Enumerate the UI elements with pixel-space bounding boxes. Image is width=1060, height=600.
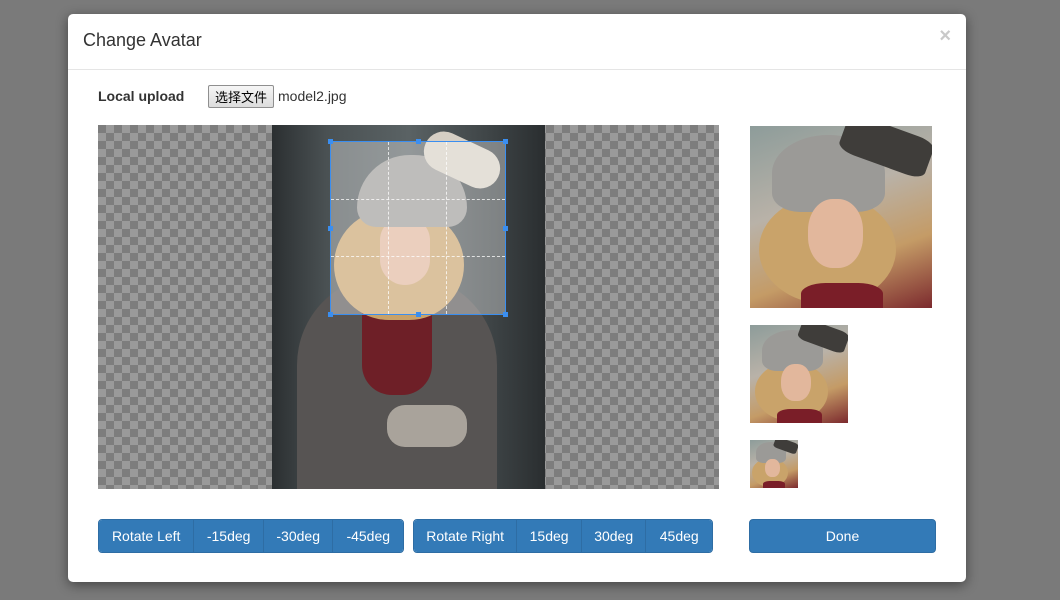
choose-file-button[interactable]: 选择文件	[208, 84, 275, 108]
rotate-left-button[interactable]: Rotate Left	[99, 520, 195, 552]
upload-row: Local upload 选择文件 model2.jpg	[98, 84, 347, 108]
preview-large	[750, 126, 932, 308]
preview-medium	[750, 325, 848, 423]
crop-handle-ne[interactable]	[503, 139, 508, 144]
crop-handle-sw[interactable]	[328, 312, 333, 317]
crop-canvas[interactable]	[98, 125, 719, 489]
rotate-minus-15-button[interactable]: -15deg	[194, 520, 264, 552]
rotate-plus-30-button[interactable]: 30deg	[581, 520, 647, 552]
modal-title: Change Avatar	[83, 30, 202, 50]
crop-handle-nw[interactable]	[328, 139, 333, 144]
rotate-minus-30-button[interactable]: -30deg	[263, 520, 334, 552]
upload-label: Local upload	[98, 88, 185, 104]
rotate-plus-45-button[interactable]: 45deg	[646, 520, 712, 552]
crop-handle-e[interactable]	[503, 226, 508, 231]
close-icon[interactable]: ×	[939, 26, 951, 46]
modal-header: Change Avatar ×	[68, 14, 966, 70]
preview-small	[750, 440, 798, 488]
rotate-left-group: Rotate Left -15deg -30deg -45deg	[98, 519, 404, 553]
done-button[interactable]: Done	[749, 519, 936, 553]
selected-file-name: model2.jpg	[278, 88, 347, 104]
crop-handle-n[interactable]	[416, 139, 421, 144]
crop-handle-se[interactable]	[503, 312, 508, 317]
rotate-right-group: Rotate Right 15deg 30deg 45deg	[413, 519, 713, 553]
crop-handle-w[interactable]	[328, 226, 333, 231]
change-avatar-modal: Change Avatar × Local upload 选择文件 model2…	[68, 14, 966, 582]
rotate-right-button[interactable]: Rotate Right	[414, 520, 518, 552]
rotate-minus-45-button[interactable]: -45deg	[333, 520, 403, 552]
crop-handle-s[interactable]	[416, 312, 421, 317]
rotate-plus-15-button[interactable]: 15deg	[517, 520, 582, 552]
crop-selection-box[interactable]	[328, 139, 508, 317]
